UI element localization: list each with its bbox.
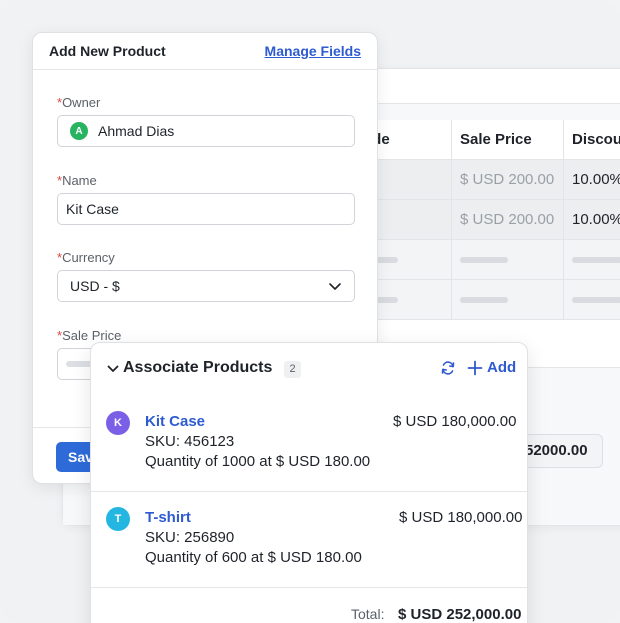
header-discount: Discou xyxy=(572,131,620,148)
owner-field[interactable]: A Ahmad Dias xyxy=(57,115,355,147)
placeholder-cell xyxy=(452,240,564,280)
list-item[interactable]: T T-shirt $ USD 180,000.00 SKU: 256890 Q… xyxy=(91,495,527,591)
manage-fields-link[interactable]: Manage Fields xyxy=(265,43,361,59)
total-value: $ USD 252,000.00 xyxy=(398,606,522,623)
associate-title: Associate Products xyxy=(123,359,273,376)
divider xyxy=(91,587,527,588)
currency-label-text: Currency xyxy=(62,250,115,265)
associate-products-card: Associate Products 2 Add K Kit Case $ US… xyxy=(90,342,528,623)
currency-select[interactable]: USD - $ xyxy=(57,270,355,302)
cell-price: $ USD 200.00 xyxy=(452,160,564,200)
app-canvas: /Code Sale Price Discou 123 $ USD 200.00… xyxy=(0,0,620,623)
currency-label: *Currency xyxy=(57,250,115,265)
owner-value: Ahmad Dias xyxy=(98,123,175,139)
placeholder-cell xyxy=(452,280,564,320)
table-row[interactable]: 123 $ USD 200.00 10.00% xyxy=(340,160,620,200)
owner-avatar: A xyxy=(70,122,88,140)
placeholder-bar xyxy=(460,297,508,303)
placeholder-cell xyxy=(564,240,620,280)
product-sku: SKU: 256890 xyxy=(145,529,235,546)
cell-discount: 10.00% xyxy=(572,211,620,228)
chevron-down-icon xyxy=(329,283,341,290)
table-row-placeholder xyxy=(340,280,620,320)
form-header: Add New Product Manage Fields xyxy=(33,33,377,70)
refresh-icon[interactable] xyxy=(440,360,456,376)
product-avatar: K xyxy=(106,411,130,435)
name-input[interactable]: Kit Case xyxy=(57,193,355,225)
product-quantity: Quantity of 600 at $ USD 180.00 xyxy=(145,549,362,566)
total-label: Total: xyxy=(351,606,385,622)
name-label-text: Name xyxy=(62,173,97,188)
associate-header: Associate Products 2 Add xyxy=(91,343,527,395)
owner-label: *Owner xyxy=(57,95,100,110)
product-name-link[interactable]: T-shirt xyxy=(145,509,191,526)
table-row[interactable]: 890 $ USD 200.00 10.00% xyxy=(340,200,620,240)
plus-icon xyxy=(467,360,483,375)
cell-discount: 10.00% xyxy=(572,171,620,188)
add-product-button[interactable]: Add xyxy=(467,359,516,376)
product-quantity: Quantity of 1000 at $ USD 180.00 xyxy=(145,453,371,470)
chevron-down-icon[interactable] xyxy=(107,364,119,374)
placeholder-bar xyxy=(572,257,620,263)
table-row-placeholder xyxy=(340,240,620,280)
owner-label-text: Owner xyxy=(62,95,101,110)
sale-price-label-text: Sale Price xyxy=(62,328,122,343)
placeholder-bar xyxy=(572,297,620,303)
name-value: Kit Case xyxy=(66,201,119,217)
divider xyxy=(91,491,527,492)
sale-price-label: *Sale Price xyxy=(57,328,121,343)
product-sku: SKU: 456123 xyxy=(145,433,235,450)
table-header-row: /Code Sale Price Discou xyxy=(340,120,620,160)
placeholder-bar xyxy=(460,257,508,263)
cell-price: $ USD 200.00 xyxy=(452,200,564,240)
product-avatar: T xyxy=(106,507,130,531)
add-label: Add xyxy=(487,359,517,376)
name-label: *Name xyxy=(57,173,97,188)
form-title: Add New Product xyxy=(49,43,166,59)
currency-value: USD - $ xyxy=(70,278,120,294)
placeholder-cell xyxy=(564,280,620,320)
product-name-link[interactable]: Kit Case xyxy=(145,413,205,430)
product-amount: $ USD 180,000.00 xyxy=(393,413,517,430)
product-amount: $ USD 180,000.00 xyxy=(399,509,523,526)
list-item[interactable]: K Kit Case $ USD 180,000.00 SKU: 456123 … xyxy=(91,399,527,495)
associate-count-badge: 2 xyxy=(284,361,301,378)
header-sale-price: Sale Price xyxy=(452,120,564,160)
